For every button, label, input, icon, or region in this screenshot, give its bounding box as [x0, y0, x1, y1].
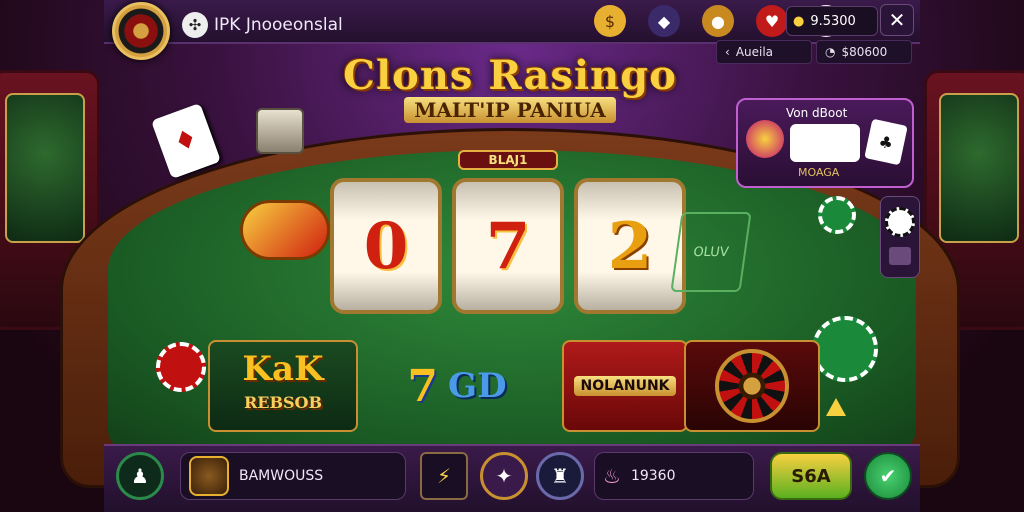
roulette-wheel-icon — [715, 349, 789, 423]
bolt-icon: ⚡ — [436, 464, 452, 488]
slot-reels: 0 7 2 — [330, 178, 686, 314]
amount-field[interactable]: ♨ 19360 — [594, 452, 754, 500]
chip-icon — [156, 342, 206, 392]
chip-icon — [812, 316, 878, 382]
right-machine-screen — [939, 93, 1019, 243]
game-card-subtitle: REBSOB — [243, 393, 323, 412]
game-card-nolanunk[interactable]: NOLANUNK — [562, 340, 688, 432]
promo-panel[interactable]: Von dBoot ♣ MOAGA — [736, 98, 914, 188]
promo-gem-icon — [746, 120, 784, 158]
left-machine-screen — [5, 93, 85, 243]
star-button[interactable]: ✦ — [480, 452, 528, 500]
balance-display: ● 9.5300 — [786, 6, 878, 36]
side-strip: OLUV — [670, 212, 752, 292]
bet-button[interactable]: S6A — [770, 452, 852, 500]
close-button[interactable]: ✕ — [880, 4, 914, 36]
clover-icon: ✣ — [182, 12, 208, 38]
game-card-kak[interactable]: KaK REBSOB — [208, 340, 358, 432]
coin-icon: ● — [793, 13, 805, 29]
reel-3: 2 — [574, 178, 686, 314]
chip-menu-icon[interactable] — [885, 207, 915, 237]
sub-status-right[interactable]: ◔ $80600 — [816, 40, 912, 64]
wallet-icon: ◔ — [825, 45, 836, 59]
star-icon: ✦ — [495, 464, 513, 488]
confirm-button[interactable]: ✔ — [864, 452, 912, 500]
game-card-subtitle: GD — [448, 366, 507, 406]
promo-wheel-icon — [790, 124, 860, 162]
sub-status-left-text: Aueila — [735, 45, 774, 59]
game-card-title: 7 — [407, 360, 439, 412]
promo-header: Von dBoot — [786, 106, 848, 120]
trophy-button[interactable]: ♜ — [536, 452, 584, 500]
left-badge-icon — [240, 200, 330, 260]
balance-value: 9.5300 — [810, 13, 856, 29]
brand-name: IPK Jnooeonslal — [214, 15, 343, 35]
profile-button[interactable]: ♟ — [116, 452, 164, 500]
avatar — [189, 456, 229, 496]
coins-icon[interactable]: $ — [594, 5, 626, 37]
playing-card-icon: ♦ — [150, 102, 222, 180]
game-card-seven[interactable]: 7 GD — [362, 340, 552, 432]
gift-icon[interactable]: ♥ — [756, 5, 788, 37]
player-name: BAMWOUSS — [239, 468, 324, 484]
player-name-field[interactable]: BAMWOUSS — [180, 452, 406, 500]
gem-icon[interactable]: ◆ — [648, 5, 680, 37]
roulette-logo-icon[interactable] — [112, 2, 170, 60]
triangle-marker-icon — [826, 398, 846, 416]
amount-value: 19360 — [630, 468, 676, 484]
promo-footer: MOAGA — [798, 166, 840, 179]
trophy-icon: ♜ — [551, 464, 569, 488]
user-icon: ♟ — [131, 464, 149, 488]
money-bag-icon[interactable]: ● — [702, 5, 734, 37]
sub-status-right-text: $80600 — [841, 45, 888, 59]
title-sub: MALT'IP PANIUA — [404, 97, 616, 123]
promo-card-icon: ♣ — [864, 118, 908, 166]
ticket-icon[interactable] — [889, 247, 911, 265]
arrow-icon: ‹ — [725, 45, 730, 59]
title-main: Clons Rasingo — [343, 52, 677, 99]
game-stage: ✣ IPK Jnooeonslal $ ◆ ● ♥ ♠ ● 9.5300 ✕ ‹… — [0, 0, 1024, 512]
sub-status-left[interactable]: ‹ Aueila — [716, 40, 812, 64]
reel-1: 0 — [330, 178, 442, 314]
brand: ✣ IPK Jnooeonslal — [182, 12, 343, 38]
check-icon: ✔ — [879, 464, 897, 488]
game-title: Clons Rasingo MALT'IP PANIUA — [340, 52, 680, 123]
game-card-roulette[interactable] — [684, 340, 820, 432]
chip-icon — [818, 196, 856, 234]
bolt-button[interactable]: ⚡ — [420, 452, 468, 500]
cake-icon: ♨ — [603, 464, 621, 488]
reel-label: BLAJ1 — [458, 150, 558, 170]
reel-2: 7 — [452, 178, 564, 314]
chip-stack-icon — [256, 108, 304, 154]
side-menu[interactable] — [880, 196, 920, 278]
game-card-title: NOLANUNK — [574, 376, 676, 396]
game-card-title: KaK — [242, 349, 324, 389]
